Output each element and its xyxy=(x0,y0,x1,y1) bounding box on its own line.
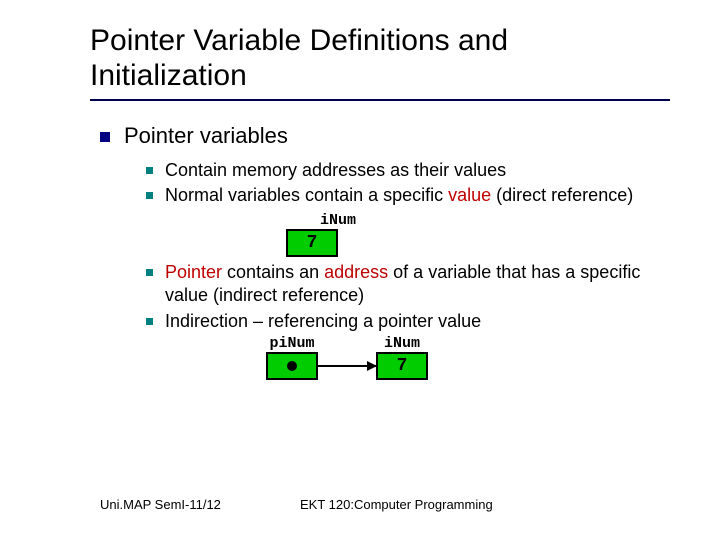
pointer-label: piNum xyxy=(269,335,314,352)
text-fragment: Normal variables xyxy=(165,185,300,205)
lvl1-text: Pointer variables xyxy=(124,123,288,149)
square-bullet-icon xyxy=(100,132,110,142)
footer-right: EKT 120:Computer Programming xyxy=(300,497,660,512)
slide-title: Pointer Variable Definitions and Initial… xyxy=(90,24,670,101)
square-bullet-icon xyxy=(146,318,153,325)
bullet-level2: Pointer contains an address of a variabl… xyxy=(146,261,670,308)
bullet-level2: Normal variables contain a specific valu… xyxy=(146,184,670,207)
indirect-reference-diagram: piNum iNum 7 xyxy=(266,335,670,380)
value-box: 7 xyxy=(376,352,428,380)
text-fragment: contains an xyxy=(222,262,324,282)
lvl2-text: Contain memory addresses as their values xyxy=(165,159,506,182)
direct-reference-diagram: iNum 7 xyxy=(286,212,670,257)
square-bullet-icon xyxy=(146,167,153,174)
bullet-level1: Pointer variables xyxy=(100,123,670,149)
highlight-text: Pointer xyxy=(165,262,222,282)
variable-label: iNum xyxy=(320,212,670,229)
square-bullet-icon xyxy=(146,269,153,276)
lvl2-text: Indirection – referencing a pointer valu… xyxy=(165,310,481,333)
arrow-icon xyxy=(318,365,376,367)
slide-footer: Uni.MAP SemI-11/12 EKT 120:Computer Prog… xyxy=(100,497,660,512)
pointer-box xyxy=(266,352,318,380)
highlight-text: value xyxy=(448,185,491,205)
highlight-text: address xyxy=(324,262,388,282)
lvl2-text: Pointer contains an address of a variabl… xyxy=(165,261,670,308)
pointer-dot-icon xyxy=(287,361,297,371)
text-fragment: (direct reference) xyxy=(491,185,633,205)
text-fragment: contain a specific xyxy=(300,185,448,205)
footer-left: Uni.MAP SemI-11/12 xyxy=(100,497,300,512)
bullet-level2: Indirection – referencing a pointer valu… xyxy=(146,310,670,333)
variable-label: iNum xyxy=(384,335,420,352)
bullet-level2: Contain memory addresses as their values xyxy=(146,159,670,182)
value-box: 7 xyxy=(286,229,338,257)
lvl2-text: Normal variables contain a specific valu… xyxy=(165,184,633,207)
square-bullet-icon xyxy=(146,192,153,199)
